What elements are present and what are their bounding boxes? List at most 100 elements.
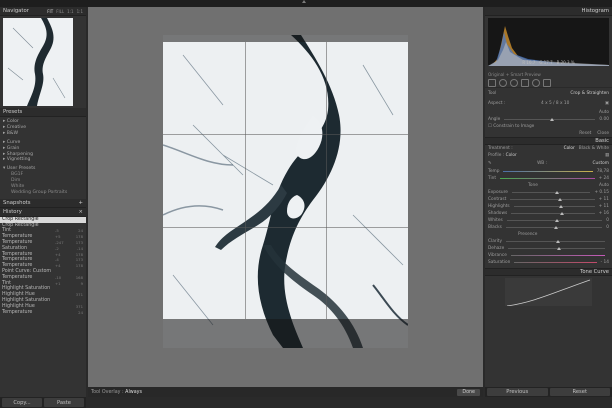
temp-label: Temp (488, 169, 500, 174)
dehaze-label: Dehaze (488, 246, 505, 251)
copy-button[interactable]: Copy... (2, 398, 42, 407)
treatment-bw-option[interactable]: Black & White (579, 146, 609, 151)
basic-header[interactable]: Basic (485, 137, 612, 145)
spot-removal-icon[interactable] (499, 78, 507, 87)
treatment-label: Treatment : (488, 146, 513, 151)
constrain-row: ☐ Constrain to Image (485, 123, 612, 130)
paste-button[interactable]: Paste (44, 398, 84, 407)
shadows-row: Shadows + 16 (485, 210, 612, 217)
tone-curve-graph[interactable] (505, 278, 592, 307)
vibrance-slider[interactable] (510, 255, 605, 256)
contrast-label: Contrast (488, 197, 507, 202)
whites-label: Whites (488, 218, 503, 223)
tone-auto-button[interactable]: Auto (599, 183, 609, 188)
lock-icon[interactable]: ▣ (605, 101, 609, 106)
history-step[interactable]: Temperature 24 (0, 310, 86, 316)
treatment-color-option[interactable]: Color (564, 146, 575, 151)
auto-straighten-button[interactable]: Auto (599, 110, 609, 115)
exposure-slider[interactable] (511, 190, 591, 194)
saturation-slider[interactable] (514, 262, 597, 263)
tone-row: Tone Auto (485, 182, 612, 189)
history-step-values: 24 (55, 310, 83, 316)
top-panel-handle[interactable] (0, 0, 612, 7)
zoom-fill-tab[interactable]: FILL (56, 9, 64, 14)
exposure-value[interactable]: + 0.15 (594, 190, 609, 195)
profile-browser-icon[interactable]: ▦ (605, 153, 609, 158)
saturation-label: Saturation (488, 260, 511, 265)
left-panel: Navigator FIT FILL 1:1 1:1 Presets ▸ Col… (0, 7, 86, 408)
tint-row: Tint + 24 (485, 175, 612, 182)
profile-label: Profile : (488, 153, 505, 158)
clarity-slider[interactable] (506, 239, 605, 243)
reset-button[interactable]: Reset (549, 388, 610, 396)
crop-toolbar: Tool Overlay : Always Done (88, 387, 483, 397)
wb-picker-icon[interactable]: ✎ (488, 161, 492, 166)
angle-row: Angle 0.00 (485, 116, 612, 123)
constrain-checkbox[interactable]: ☐ Constrain to Image (488, 124, 534, 129)
history-header[interactable]: History × (0, 207, 86, 217)
histogram-graph (488, 26, 609, 66)
saturation-row: Saturation - 14 (485, 259, 612, 266)
reset-crop-button[interactable]: Reset (579, 131, 591, 136)
photo-abstract-marble (163, 35, 408, 348)
highlights-value[interactable]: + 11 (599, 204, 609, 209)
radial-filter-icon[interactable] (532, 78, 540, 87)
tool-strip (485, 78, 612, 88)
blacks-slider[interactable] (505, 225, 603, 229)
profile-select[interactable]: Color (506, 153, 517, 158)
presets-title: Presets (3, 109, 23, 115)
histogram-title: Histogram (581, 8, 609, 14)
user-preset-item[interactable]: Wedding Group Portraits (3, 190, 86, 196)
highlights-slider[interactable] (513, 204, 595, 208)
whites-slider[interactable] (506, 218, 603, 222)
contrast-slider[interactable] (510, 197, 595, 201)
aspect-label: Aspect : (488, 100, 506, 106)
crop-mask-top (163, 35, 408, 42)
tint-slider[interactable] (500, 178, 595, 179)
zoom-1to1-tab[interactable]: 1:1 (67, 9, 73, 14)
snapshots-header[interactable]: Snapshots + (0, 198, 86, 208)
tool-overlay-control[interactable]: Tool Overlay : Always (91, 390, 142, 395)
aspect-select[interactable]: 4 x 5 / 8 x 10 (541, 101, 569, 106)
zoom-custom-tab[interactable]: 1:1 (77, 9, 83, 14)
temp-value[interactable]: 78,78 (597, 169, 609, 174)
blacks-value[interactable]: 0 (606, 225, 609, 230)
contrast-value[interactable]: + 11 (599, 197, 609, 202)
shadows-value[interactable]: + 16 (599, 211, 609, 216)
wb-select[interactable]: Custom (593, 161, 609, 166)
navigator-preview[interactable] (3, 18, 73, 106)
presets-header[interactable]: Presets (0, 108, 86, 117)
zoom-fit-tab[interactable]: FIT (47, 9, 53, 14)
close-crop-button[interactable]: Close (597, 131, 609, 136)
snapshots-title: Snapshots (3, 199, 31, 206)
shadows-slider[interactable] (511, 211, 595, 215)
history-list: Crop Rectangle Crop Rectangle Tint -5 24 Temp… (0, 216, 86, 316)
add-snapshot-icon[interactable]: + (79, 200, 83, 206)
navigator-header[interactable]: Navigator FIT FILL 1:1 1:1 (0, 7, 86, 16)
red-eye-icon[interactable] (510, 78, 518, 87)
whites-value[interactable]: 0 (606, 218, 609, 223)
done-button[interactable]: Done (457, 388, 480, 396)
histogram-header[interactable]: Histogram (485, 7, 612, 16)
tone-curve-header[interactable]: Tone Curve (485, 268, 612, 276)
angle-slider[interactable] (504, 117, 596, 121)
dehaze-slider[interactable] (508, 246, 605, 250)
temp-slider[interactable] (503, 171, 593, 172)
saturation-value[interactable]: - 14 (601, 260, 609, 265)
graduated-filter-icon[interactable] (521, 78, 529, 87)
clarity-row: Clarity (485, 238, 612, 245)
collapse-arrow-icon[interactable] (302, 0, 306, 3)
crop-grid-line (163, 227, 408, 228)
highlights-label: Highlights (488, 204, 510, 209)
presence-label: Presence (518, 232, 538, 237)
crop-tool-icon[interactable] (488, 78, 496, 87)
vibrance-row: Vibrance (485, 252, 612, 259)
previous-button[interactable]: Previous (487, 388, 548, 396)
image-canvas[interactable] (88, 7, 483, 388)
clear-history-icon[interactable]: × (79, 209, 83, 215)
adjustment-brush-icon[interactable] (543, 78, 551, 87)
histogram-display (488, 18, 609, 66)
angle-value[interactable]: 0.00 (599, 117, 609, 122)
dehaze-row: Dehaze (485, 245, 612, 252)
tint-value[interactable]: + 24 (599, 176, 609, 181)
